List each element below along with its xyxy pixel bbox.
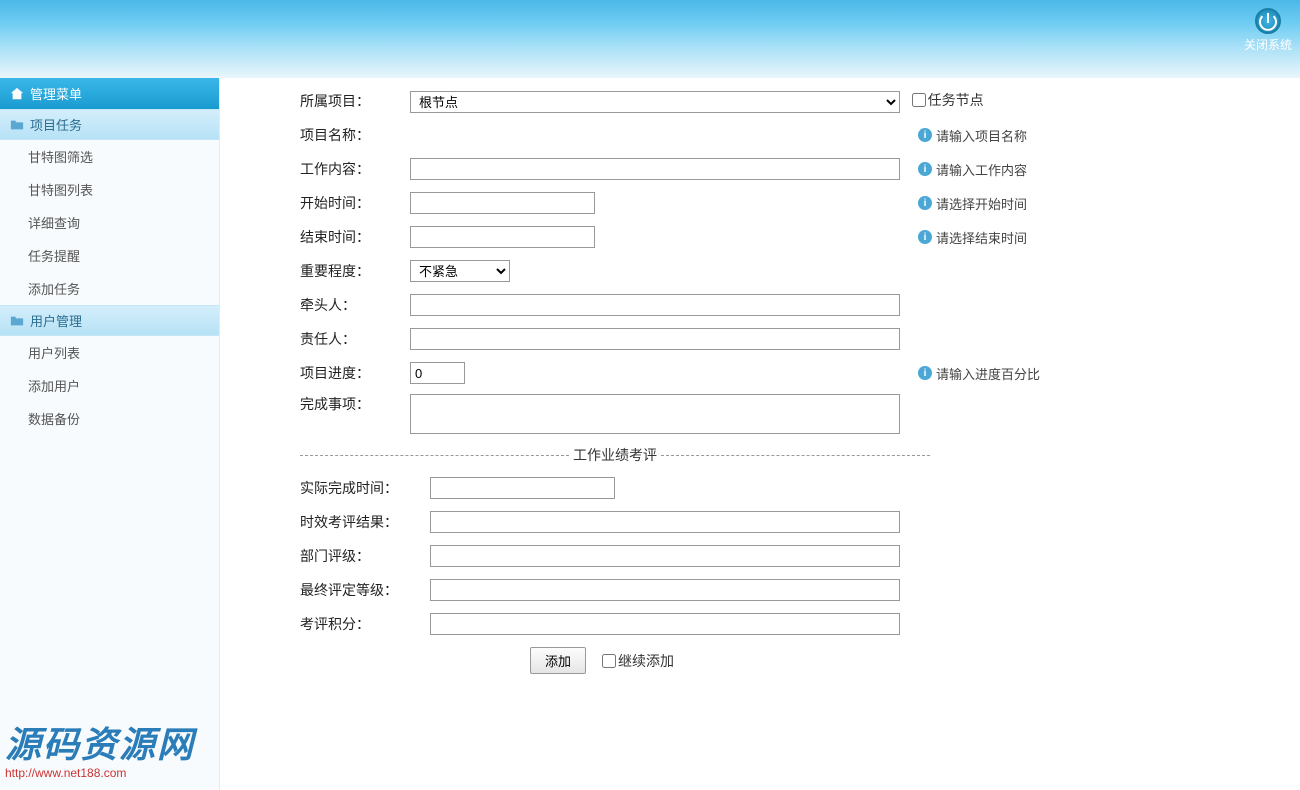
owner-input[interactable] (410, 328, 900, 350)
end-time-input[interactable] (410, 226, 595, 248)
hint-content: i 请输入工作内容 (918, 160, 1027, 179)
label-owner: 责任人： (300, 329, 410, 349)
label-dept-grade: 部门评级： (300, 546, 430, 566)
info-icon: i (918, 196, 932, 210)
close-system-button[interactable]: 关闭系统 (1244, 8, 1292, 53)
label-eff-result: 时效考评结果： (300, 512, 430, 532)
label-name: 项目名称： (300, 125, 410, 145)
label-end: 结束时间： (300, 227, 410, 247)
priority-select[interactable]: 不紧急 (410, 260, 510, 282)
done-items-textarea[interactable] (410, 394, 900, 434)
section-title: 工作业绩考评 (569, 445, 661, 465)
close-system-label: 关闭系统 (1244, 36, 1292, 53)
sidebar-item-add-task[interactable]: 添加任务 (0, 272, 219, 305)
folder-icon (10, 314, 24, 328)
sidebar-item-detail-query[interactable]: 详细查询 (0, 206, 219, 239)
sidebar-item-task-reminder[interactable]: 任务提醒 (0, 239, 219, 272)
project-select[interactable]: 根节点 (410, 91, 900, 113)
final-grade-input[interactable] (430, 579, 900, 601)
dept-grade-input[interactable] (430, 545, 900, 567)
label-done-items: 完成事项： (300, 394, 410, 414)
sidebar-item-add-user[interactable]: 添加用户 (0, 369, 219, 402)
sidebar-group-project-tasks[interactable]: 项目任务 (0, 109, 219, 140)
task-node-checkbox[interactable] (912, 93, 926, 107)
hint-end: i 请选择结束时间 (918, 228, 1027, 247)
info-icon: i (918, 230, 932, 244)
content-input[interactable] (410, 158, 900, 180)
leader-input[interactable] (410, 294, 900, 316)
add-button[interactable]: 添加 (530, 647, 586, 674)
continue-add-label: 继续添加 (618, 651, 674, 671)
label-priority: 重要程度： (300, 261, 410, 281)
label-final-grade: 最终评定等级： (300, 580, 430, 600)
sidebar-item-gantt-filter[interactable]: 甘特图筛选 (0, 140, 219, 173)
sidebar-group-user-mgmt[interactable]: 用户管理 (0, 305, 219, 336)
label-start: 开始时间： (300, 193, 410, 213)
sidebar: 管理菜单 项目任务 甘特图筛选 甘特图列表 详细查询 任务提醒 添加任务 用户管… (0, 78, 220, 790)
label-content: 工作内容： (300, 159, 410, 179)
main-form-area: 所属项目： 根节点 任务节点 项目名称： i 请输入项目名称 工作内容： (220, 78, 1300, 790)
sidebar-group-label: 用户管理 (30, 311, 82, 330)
label-score: 考评积分： (300, 614, 430, 634)
task-node-label: 任务节点 (928, 90, 984, 110)
sidebar-menu-header: 管理菜单 (0, 78, 219, 109)
section-divider: 工作业绩考评 (300, 445, 930, 465)
hint-start: i 请选择开始时间 (918, 194, 1027, 213)
sidebar-menu-title: 管理菜单 (30, 84, 82, 103)
progress-input[interactable] (410, 362, 465, 384)
sidebar-item-data-backup[interactable]: 数据备份 (0, 402, 219, 435)
hint-progress: i 请输入进度百分比 (918, 364, 1040, 383)
sidebar-group-label: 项目任务 (30, 115, 82, 134)
score-input[interactable] (430, 613, 900, 635)
sidebar-item-gantt-list[interactable]: 甘特图列表 (0, 173, 219, 206)
continue-add-checkbox[interactable] (602, 654, 616, 668)
power-icon (1255, 8, 1281, 34)
folder-icon (10, 118, 24, 132)
label-progress: 项目进度： (300, 363, 410, 383)
label-actual-done: 实际完成时间： (300, 478, 430, 498)
info-icon: i (918, 162, 932, 176)
app-header: 关闭系统 (0, 0, 1300, 78)
start-time-input[interactable] (410, 192, 595, 214)
actual-done-input[interactable] (430, 477, 615, 499)
label-project: 所属项目： (300, 91, 410, 111)
sidebar-item-user-list[interactable]: 用户列表 (0, 336, 219, 369)
info-icon: i (918, 128, 932, 142)
hint-name: i 请输入项目名称 (918, 126, 1027, 145)
label-leader: 牵头人： (300, 295, 410, 315)
info-icon: i (918, 366, 932, 380)
home-icon (10, 87, 24, 101)
eff-result-input[interactable] (430, 511, 900, 533)
